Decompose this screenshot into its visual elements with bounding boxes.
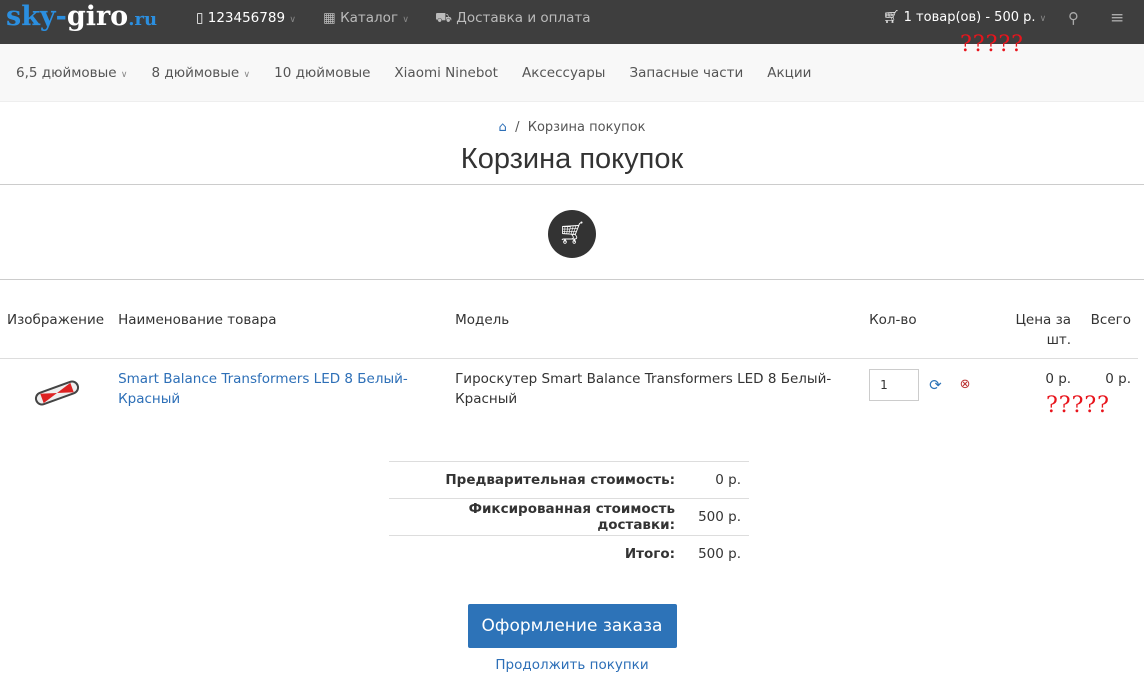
product-name-link[interactable]: Smart Balance Transformers LED 8 Белый-К… <box>118 371 408 407</box>
remove-icon[interactable]: ⊗ <box>960 369 971 401</box>
totals-label: Итого: <box>389 535 683 573</box>
catalog-label: Каталог <box>340 10 399 26</box>
totals-row: Предварительная стоимость: 0 р. <box>389 461 749 499</box>
totals-table: Предварительная стоимость: 0 р. Фиксирова… <box>389 461 749 573</box>
breadcrumb: ⌂ / Корзина покупок <box>498 120 646 135</box>
totals-label: Предварительная стоимость: <box>389 461 683 499</box>
annotation-question-marks: ????? <box>1046 393 1110 418</box>
checkout-button[interactable]: Оформление заказа <box>467 604 677 648</box>
logo[interactable]: sky-giro.ru <box>6 0 157 37</box>
totals-value: 500 р. <box>683 535 749 573</box>
table-row: Smart Balance Transformers LED 8 Белый-К… <box>0 359 1138 459</box>
totals-label: Фиксированная стоимость доставки: <box>389 498 683 536</box>
nav-item[interactable]: 6,5 дюймовые ∨ <box>16 65 128 81</box>
refresh-icon[interactable]: ⟳ <box>929 369 942 401</box>
totals-row: Фиксированная стоимость доставки: 500 р. <box>389 498 749 536</box>
cart-table: Изображение Наименование товара Модель К… <box>0 280 1138 459</box>
totals-row: Итого: 500 р. <box>389 535 749 573</box>
nav-label: 6,5 дюймовые <box>16 64 117 81</box>
truck-icon: ⛟ <box>435 10 452 26</box>
phone-number: 123456789 <box>207 10 286 26</box>
breadcrumb-current: Корзина покупок <box>527 120 646 135</box>
nav-item[interactable]: 8 дюймовые ∨ <box>152 65 251 81</box>
chevron-down-icon: ∨ <box>289 15 296 25</box>
chevron-down-icon: ∨ <box>243 69 251 80</box>
mobile-icon: ▯ <box>196 10 204 26</box>
annotation-question-marks: ????? <box>960 32 1024 57</box>
column-header: Наименование товара <box>111 280 449 359</box>
column-header: Изображение <box>0 280 112 359</box>
nav-item[interactable]: 10 дюймовые <box>274 65 370 81</box>
search-icon[interactable]: ⚲ <box>1068 0 1079 36</box>
cart-icon: 🛒︎ <box>548 210 596 258</box>
product-model: Гироскутер Smart Balance Transformers LE… <box>455 371 832 407</box>
catalog-dropdown[interactable]: ▦ Каталог ∨ <box>323 0 409 38</box>
page-title: Корзина покупок <box>0 143 1144 185</box>
menu-icon[interactable]: ≡ <box>1110 0 1124 36</box>
column-header: Цена за шт. <box>1002 280 1079 359</box>
chevron-down-icon: ∨ <box>402 15 409 25</box>
logo-part: .ru <box>128 9 158 30</box>
chevron-down-icon: ∨ <box>120 69 128 80</box>
totals-value: 500 р. <box>683 498 749 536</box>
column-header: Всего <box>1078 280 1138 359</box>
delivery-label: Доставка и оплата <box>456 10 591 26</box>
nav-item[interactable]: Аксессуары <box>522 65 605 81</box>
table-header: Изображение Наименование товара Модель К… <box>0 280 1138 359</box>
quantity-input[interactable]: 1 <box>869 369 920 401</box>
product-image[interactable] <box>0 359 111 459</box>
nav-item[interactable]: Запасные части <box>629 65 743 81</box>
logo-part: sky- <box>6 1 67 32</box>
continue-shopping-link[interactable]: Продолжить покупки <box>495 657 648 673</box>
totals-value: 0 р. <box>683 461 749 499</box>
grid-icon: ▦ <box>323 10 336 26</box>
nav-label: 8 дюймовые <box>151 64 240 81</box>
home-icon[interactable]: ⌂ <box>499 120 507 135</box>
column-header: Кол-во <box>862 280 1003 359</box>
column-header: Модель <box>448 280 863 359</box>
nav-item[interactable]: Акции <box>767 65 811 81</box>
cart-icon: 🛒︎ <box>883 10 900 25</box>
nav-item[interactable]: Xiaomi Ninebot <box>394 65 498 81</box>
delivery-link[interactable]: ⛟ Доставка и оплата <box>435 0 591 36</box>
phone-dropdown[interactable]: ▯ 123456789 ∨ <box>196 0 296 38</box>
chevron-down-icon: ∨ <box>1039 14 1047 24</box>
cart-summary: 1 товар(ов) - 500 р. <box>903 10 1036 25</box>
logo-part: giro <box>66 1 129 32</box>
